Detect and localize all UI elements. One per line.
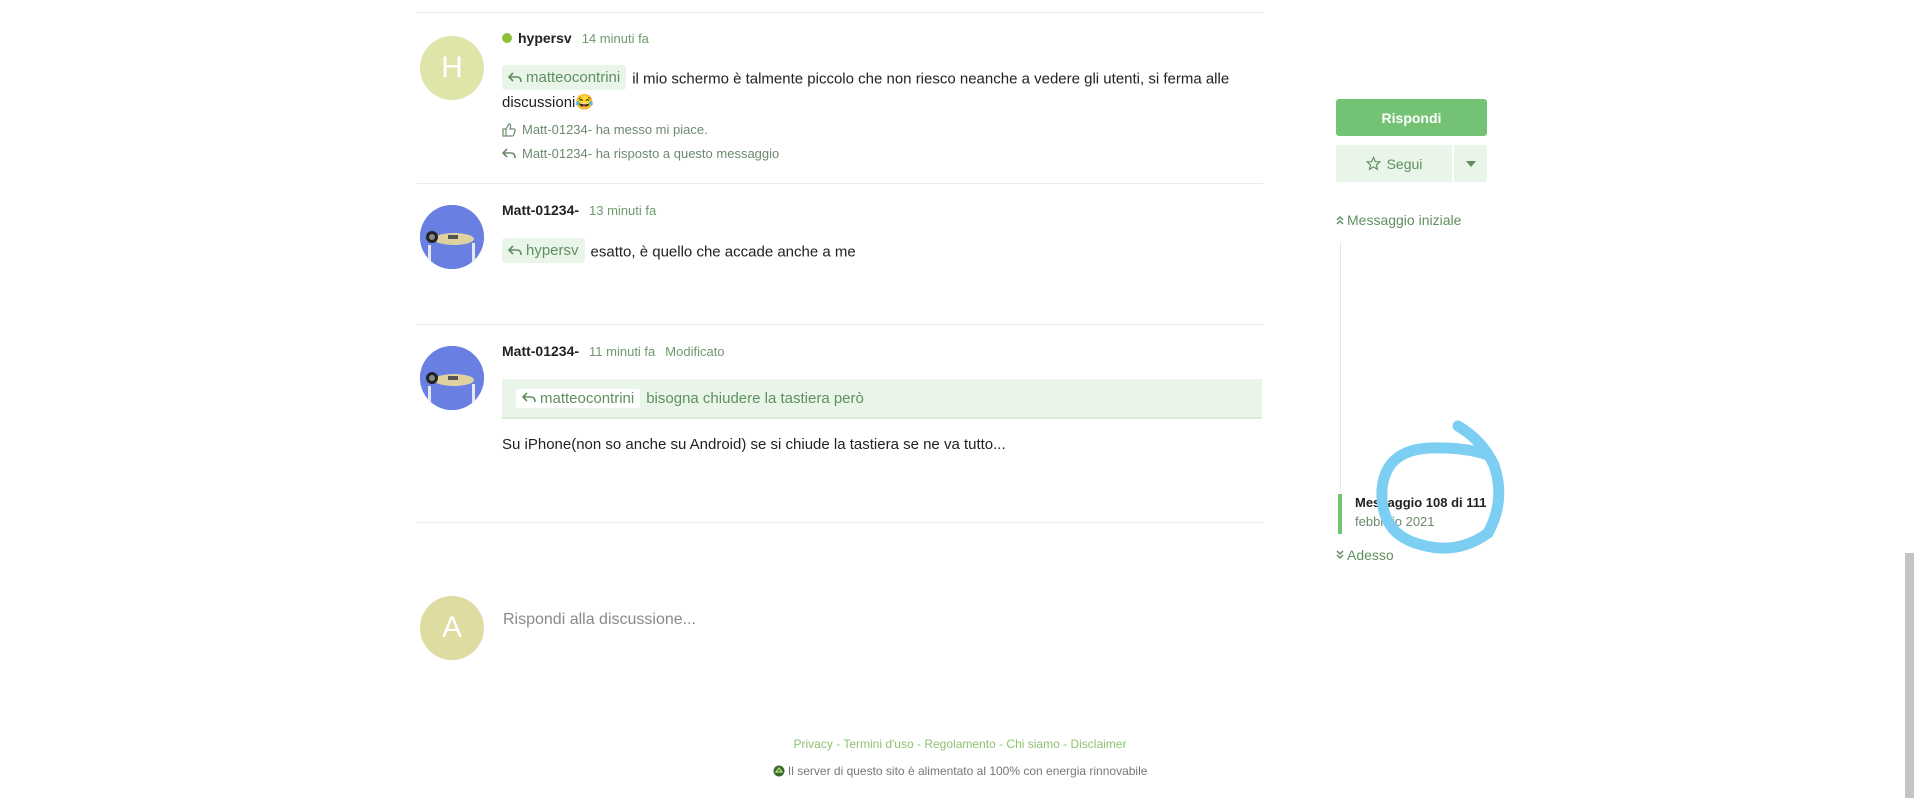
footer-links: Privacy - Termini d'uso - Regolamento - … bbox=[793, 737, 1127, 751]
post-divider bbox=[417, 522, 1263, 523]
reply-icon bbox=[522, 392, 536, 403]
page-scrollbar[interactable] bbox=[1905, 553, 1914, 798]
avatar[interactable] bbox=[420, 205, 484, 269]
thumbs-up-icon bbox=[502, 122, 516, 137]
reply-button[interactable]: Rispondi bbox=[1336, 99, 1487, 136]
timeline-scrubber[interactable] bbox=[1338, 494, 1342, 534]
footer-link-privacy[interactable]: Privacy bbox=[794, 737, 833, 751]
quote-text: bisogna chiudere la tastiera però bbox=[646, 389, 864, 407]
footer-link-terms[interactable]: Termini d'uso bbox=[843, 737, 913, 751]
avatar[interactable]: H bbox=[420, 36, 484, 100]
avatar[interactable] bbox=[420, 346, 484, 410]
double-chevron-up-icon bbox=[1336, 215, 1344, 225]
footer-link-about[interactable]: Chi siamo bbox=[1006, 737, 1059, 751]
post-body: Su iPhone(non so anche su Android) se si… bbox=[502, 436, 1006, 453]
post-author[interactable]: Matt-01234- bbox=[502, 343, 579, 359]
reply-icon bbox=[508, 71, 522, 82]
post-header: Matt-01234- 11 minuti fa Modificato bbox=[502, 343, 725, 359]
post-header: hypersv 14 minuti fa bbox=[502, 30, 649, 46]
post-matt-1: Matt-01234- 13 minuti fa hypersv esatto,… bbox=[417, 183, 1263, 324]
reply-mention[interactable]: hypersv bbox=[502, 238, 585, 263]
double-chevron-down-icon bbox=[1336, 550, 1344, 560]
quote-block[interactable]: matteocontrini bisogna chiudere la tasti… bbox=[502, 379, 1262, 419]
follow-options-dropdown[interactable] bbox=[1454, 145, 1487, 182]
post-time[interactable]: 11 minuti fa bbox=[589, 344, 655, 359]
post-body: hypersv esatto, è quello che accade anch… bbox=[502, 238, 1262, 264]
post-header: Matt-01234- 13 minuti fa bbox=[502, 202, 656, 218]
star-icon bbox=[1365, 156, 1381, 171]
reply-icon bbox=[502, 147, 516, 158]
footer-link-rules[interactable]: Regolamento bbox=[924, 737, 995, 751]
like-activity[interactable]: Matt-01234- ha messo mi piace. bbox=[502, 122, 708, 137]
avatar-image bbox=[420, 205, 484, 269]
follow-button[interactable]: Segui bbox=[1336, 145, 1452, 182]
annotation-circle bbox=[1376, 420, 1505, 554]
recycle-icon bbox=[773, 765, 785, 777]
post-hypersv: H hypersv 14 minuti fa matteocontrini il… bbox=[417, 12, 1263, 182]
post-time[interactable]: 13 minuti fa bbox=[589, 203, 656, 218]
edited-label[interactable]: Modificato bbox=[665, 344, 724, 359]
chevron-down-icon bbox=[1465, 160, 1476, 167]
composer-avatar: A bbox=[420, 596, 484, 660]
footer-note: Il server di questo sito è alimentato al… bbox=[0, 764, 1920, 778]
reply-activity[interactable]: Matt-01234- ha risposto a questo messagg… bbox=[502, 146, 779, 161]
timeline-track[interactable] bbox=[1340, 242, 1341, 492]
post-body: matteocontrini il mio schermo è talmente… bbox=[502, 65, 1262, 114]
post-author[interactable]: Matt-01234- bbox=[502, 202, 579, 218]
reply-composer-placeholder[interactable]: Rispondi alla discussione... bbox=[503, 611, 696, 629]
reply-mention[interactable]: matteocontrini bbox=[502, 65, 627, 90]
reply-mention[interactable]: matteocontrini bbox=[516, 388, 641, 408]
footer-link-disclaimer[interactable]: Disclaimer bbox=[1070, 737, 1126, 751]
post-matt-2: Matt-01234- 11 minuti fa Modificato matt… bbox=[417, 324, 1263, 522]
post-time[interactable]: 14 minuti fa bbox=[582, 31, 649, 46]
post-author[interactable]: hypersv bbox=[518, 30, 572, 46]
reply-icon bbox=[508, 244, 522, 255]
first-post-link[interactable]: Messaggio iniziale bbox=[1336, 212, 1461, 228]
avatar-image bbox=[420, 346, 484, 410]
online-status-dot bbox=[502, 33, 512, 43]
